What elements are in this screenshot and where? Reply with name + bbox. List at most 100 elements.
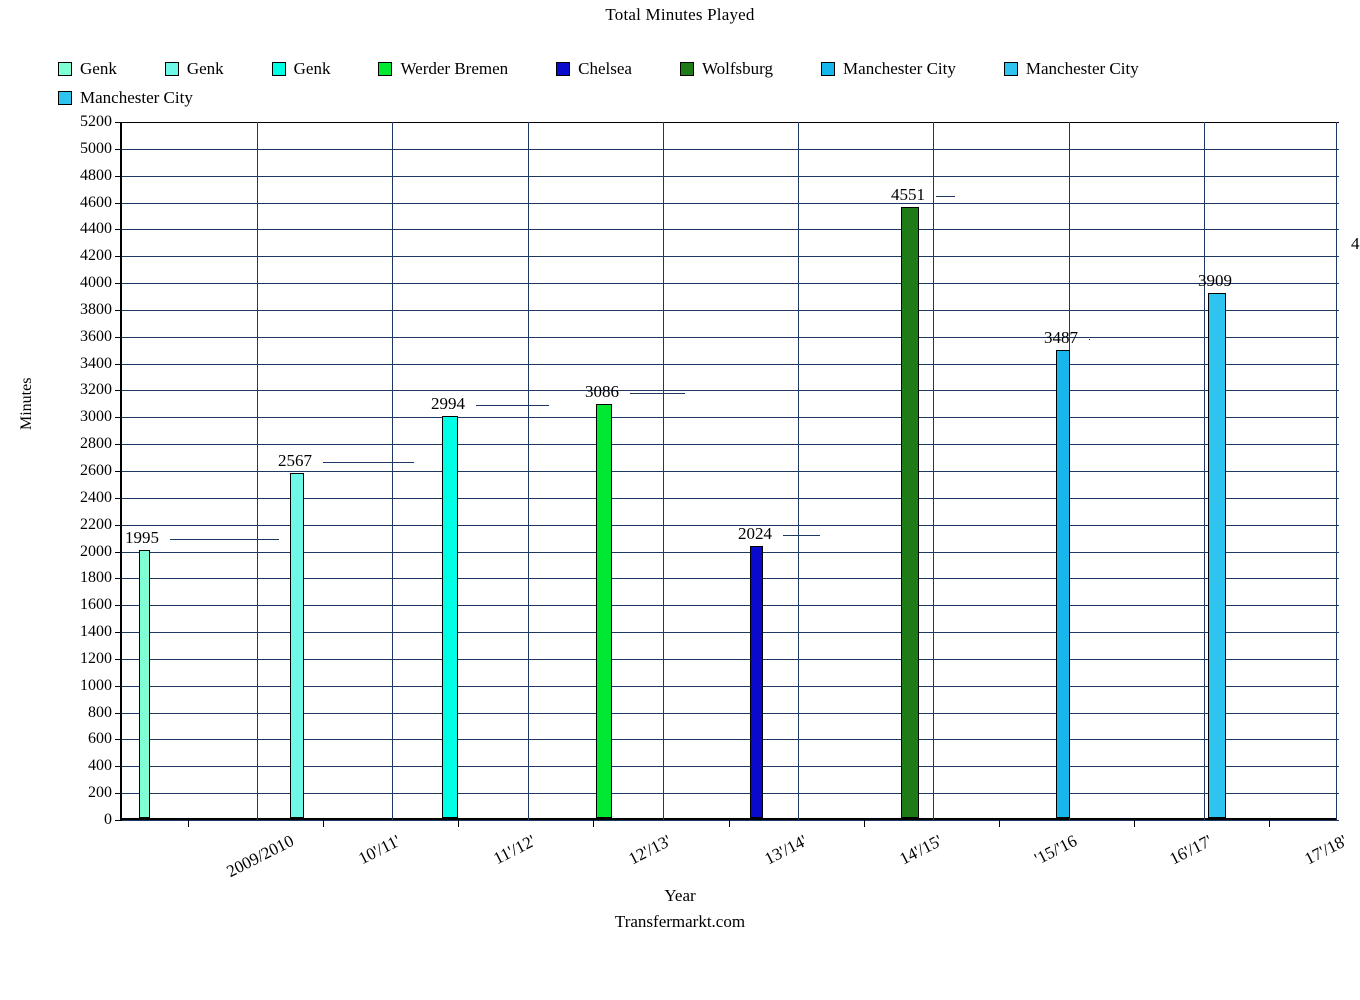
y-axis-tick-mark xyxy=(115,444,122,445)
x-axis-tick-mark xyxy=(323,820,324,827)
x-axis-tick-label: 12'/13' xyxy=(625,831,675,869)
legend-swatch-icon xyxy=(556,62,571,76)
legend-item[interactable]: Chelsea xyxy=(556,58,632,80)
legend-item-label: Wolfsburg xyxy=(701,59,774,78)
y-axis-tick-mark xyxy=(115,364,122,365)
x-axis-tick-mark xyxy=(593,820,594,827)
bar-value-label: 4551 xyxy=(891,185,925,204)
x-axis-tick-label: 2009/2010 xyxy=(223,831,297,882)
bar[interactable] xyxy=(1208,293,1226,818)
legend-item-label: Genk xyxy=(293,59,331,78)
y-axis-tick-mark xyxy=(115,229,122,230)
gridline-horizontal xyxy=(122,686,1339,687)
y-axis-tick-mark xyxy=(115,766,122,767)
y-axis-tick-labels: 5200 5000 4800 4600 4400 4200 4000 3800 3600 3400… xyxy=(42,114,112,828)
gridline-horizontal xyxy=(122,766,1339,767)
legend-item[interactable]: Wolfsburg xyxy=(679,58,774,80)
bar[interactable] xyxy=(596,404,612,818)
legend-item[interactable]: Genk xyxy=(271,58,331,80)
y-axis-tick-mark xyxy=(115,390,122,391)
bar[interactable] xyxy=(290,473,304,818)
label-leader-line xyxy=(630,393,685,394)
gridline-horizontal xyxy=(122,256,1339,257)
bar[interactable] xyxy=(901,207,919,818)
x-axis-tick-mark xyxy=(1269,820,1270,827)
x-axis-tick-mark xyxy=(729,820,730,827)
y-axis-tick-label: 1400 xyxy=(80,623,112,640)
y-axis-tick-label: 2000 xyxy=(80,543,112,560)
y-axis-tick-label: 4000 xyxy=(80,274,112,291)
x-axis-tick-label: 11'/12' xyxy=(490,831,539,869)
bar[interactable] xyxy=(1056,350,1070,818)
x-axis-title: Year xyxy=(664,886,696,905)
x-axis-tick-label: 16'/17' xyxy=(1166,831,1216,869)
legend-item-label: Werder Bremen xyxy=(400,59,509,78)
gridline-horizontal xyxy=(122,471,1339,472)
legend-swatch-icon xyxy=(679,62,694,76)
y-axis-tick-label: 5200 xyxy=(80,113,112,130)
y-axis-tick-mark xyxy=(115,310,122,311)
plot-area: 1995 2567 2994 3086 2024 4551 3487 3909 4189 xyxy=(115,122,1360,821)
legend-item[interactable]: Genk xyxy=(164,58,224,80)
gridline-vertical xyxy=(1204,122,1205,820)
gridline-horizontal xyxy=(122,337,1339,338)
gridline-horizontal xyxy=(122,283,1339,284)
y-axis-tick-mark xyxy=(115,713,122,714)
bar[interactable] xyxy=(750,546,763,818)
y-axis-tick-label: 2400 xyxy=(80,489,112,506)
gridline-horizontal xyxy=(122,444,1339,445)
bar-value-label: 2567 xyxy=(278,451,312,470)
legend-swatch-icon xyxy=(58,91,72,105)
y-axis-tick-mark xyxy=(115,417,122,418)
gridline-vertical xyxy=(798,122,799,820)
legend-item[interactable]: Manchester City xyxy=(821,58,956,80)
bar-value-label: 4189 xyxy=(1351,234,1360,253)
bar-value-label: 3487 xyxy=(1044,328,1078,347)
label-leader-line xyxy=(323,462,414,463)
x-axis-tick-mark xyxy=(999,820,1000,827)
gridline-horizontal xyxy=(122,417,1339,418)
y-axis-tick-label: 2600 xyxy=(80,462,112,479)
legend-item-label: Genk xyxy=(186,59,224,78)
y-axis-tick-label: 4600 xyxy=(80,194,112,211)
gridline-horizontal xyxy=(122,390,1339,391)
y-axis-tick-mark xyxy=(115,256,122,257)
legend-item[interactable]: Manchester City xyxy=(1003,58,1139,80)
gridline-horizontal xyxy=(122,149,1339,150)
chart-page: Total Minutes Played Genk Genk Genk Werder … xyxy=(0,0,1360,1000)
y-axis-tick-label: 1200 xyxy=(80,650,112,667)
y-axis-tick-label: 0 xyxy=(104,811,112,828)
y-axis-tick-mark xyxy=(115,149,122,150)
gridline-vertical xyxy=(392,122,393,820)
gridline-vertical xyxy=(257,122,258,820)
gridline-horizontal xyxy=(122,203,1339,204)
bar-value-label: 2994 xyxy=(431,394,465,413)
gridline-horizontal xyxy=(122,578,1339,579)
y-axis-tick-mark xyxy=(115,337,122,338)
bar[interactable] xyxy=(442,416,458,818)
bar[interactable] xyxy=(139,550,150,818)
plot-top-border xyxy=(122,122,1339,123)
y-axis-tick-label: 2800 xyxy=(80,435,112,452)
bar-value-label: 3909 xyxy=(1198,271,1232,290)
legend-item-label: Manchester City xyxy=(1025,59,1139,78)
label-leader-line xyxy=(936,196,955,197)
gridline-horizontal xyxy=(122,632,1339,633)
y-axis-tick-label: 5000 xyxy=(80,140,112,157)
y-axis-tick-label: 3800 xyxy=(80,301,112,318)
y-axis-tick-label: 4200 xyxy=(80,247,112,264)
y-axis-tick-label: 200 xyxy=(88,784,112,801)
y-axis-tick-label: 4400 xyxy=(80,220,112,237)
legend-item[interactable]: Genk xyxy=(58,58,117,80)
gridline-horizontal xyxy=(122,364,1339,365)
legend-swatch-icon xyxy=(271,62,286,76)
legend-item[interactable]: Werder Bremen xyxy=(378,58,508,80)
label-leader-line xyxy=(783,535,820,536)
gridline-horizontal xyxy=(122,552,1339,553)
gridline-horizontal xyxy=(122,659,1339,660)
x-axis-tick-label: 14'/15' xyxy=(896,831,946,869)
gridline-horizontal xyxy=(122,310,1339,311)
legend-item[interactable]: Manchester City xyxy=(58,87,193,109)
y-axis-tick-mark xyxy=(115,578,122,579)
y-axis-tick-label: 1600 xyxy=(80,596,112,613)
